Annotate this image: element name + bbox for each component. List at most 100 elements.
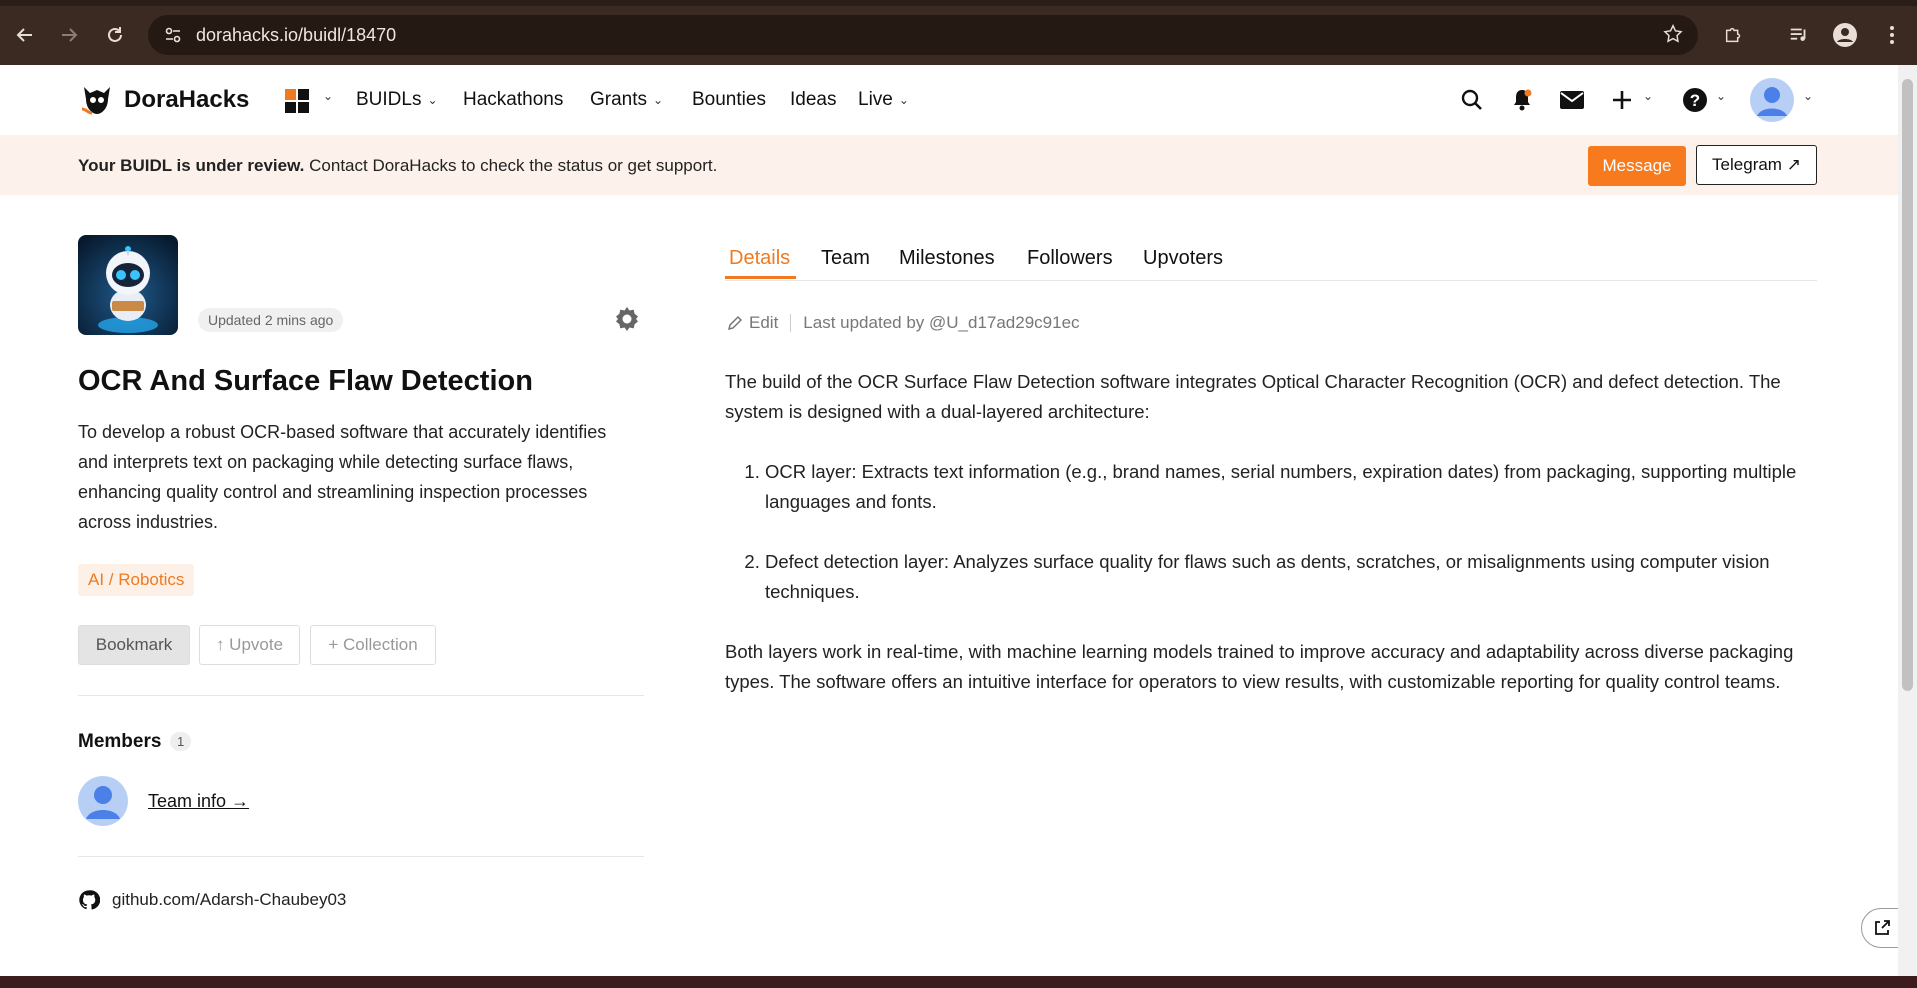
page-content: DoraHacks ⌄ BUIDLs ⌄ Hackathons Grants ⌄ B…: [0, 65, 1898, 976]
create-plus-icon[interactable]: [1607, 85, 1637, 115]
reload-button[interactable]: [98, 18, 132, 52]
nav-label: Bounties: [692, 89, 766, 110]
page-scrollbar[interactable]: [1898, 65, 1917, 976]
nav-bounties[interactable]: Bounties: [692, 89, 766, 111]
arrow-left-icon: [16, 28, 32, 42]
upvote-button[interactable]: ↑ Upvote: [199, 625, 300, 665]
divider: [78, 856, 644, 857]
edit-row: Edit Last updated by @U_d17ad29c91ec: [727, 313, 1080, 333]
banner-bold-text: Your BUIDL is under review.: [78, 156, 305, 175]
tab-followers[interactable]: Followers: [1027, 247, 1113, 270]
scrollbar-thumb[interactable]: [1902, 79, 1913, 691]
github-icon: [79, 890, 100, 910]
edit-label: Edit: [749, 313, 779, 332]
user-avatar[interactable]: [1750, 78, 1794, 122]
divider: [78, 695, 644, 696]
github-link[interactable]: github.com/Adarsh-Chaubey03: [78, 889, 346, 911]
menu-button[interactable]: [1875, 18, 1909, 52]
nav-live[interactable]: Live ⌄: [858, 89, 909, 111]
details-outro: Both layers work in real-time, with mach…: [725, 641, 1794, 692]
share-button[interactable]: [1861, 908, 1898, 948]
separator: [790, 314, 792, 332]
logo-text: DoraHacks: [124, 86, 250, 113]
more-vertical-icon: [1890, 26, 1894, 44]
chevron-down-icon: ⌄: [653, 93, 664, 107]
create-chevron-down-icon[interactable]: ⌄: [1637, 89, 1653, 103]
details-content: The build of the OCR Surface Flaw Detect…: [725, 367, 1817, 727]
github-url: github.com/Adarsh-Chaubey03: [112, 890, 347, 909]
apps-chevron-down-icon[interactable]: ⌄: [317, 89, 333, 103]
pencil-icon: [727, 315, 743, 331]
share-icon: [1875, 920, 1890, 935]
puzzle-icon: [1725, 27, 1741, 43]
project-description: To develop a robust OCR-based software t…: [78, 422, 607, 532]
site-info-icon[interactable]: [162, 24, 184, 46]
search-icon[interactable]: [1457, 85, 1487, 115]
tab-details[interactable]: Details: [729, 247, 790, 270]
add-collection-button[interactable]: + Collection: [310, 625, 436, 665]
banner-body-text: Contact DoraHacks to check the status or…: [304, 156, 718, 175]
active-tab-indicator: [725, 276, 796, 279]
url-text: dorahacks.io/buidl/18470: [196, 24, 397, 45]
nav-label: Grants: [590, 89, 648, 110]
profile-button[interactable]: [1828, 18, 1862, 52]
tab-upvoters[interactable]: Upvoters: [1143, 247, 1223, 270]
notification-bell-icon[interactable]: [1507, 85, 1537, 115]
browser-toolbar: dorahacks.io/buidl/18470: [0, 0, 1917, 65]
project-title: OCR And Surface Flaw Detection: [78, 365, 533, 397]
settings-gear-icon[interactable]: [613, 305, 641, 333]
details-intro: The build of the OCR Surface Flaw Detect…: [725, 371, 1781, 422]
member-avatar[interactable]: [78, 776, 128, 826]
nav-buidls[interactable]: BUIDLs ⌄: [356, 89, 438, 111]
nav-ideas[interactable]: Ideas: [790, 89, 836, 111]
nav-label: Ideas: [790, 89, 837, 110]
nav-label: Hackathons: [463, 89, 564, 110]
chevron-down-icon: ⌄: [427, 93, 438, 107]
tab-milestones[interactable]: Milestones: [899, 247, 995, 270]
details-list: OCR layer: Extracts text information (e.…: [725, 457, 1817, 607]
back-button[interactable]: [8, 18, 42, 52]
bookmark-button[interactable]: Bookmark: [78, 625, 190, 665]
site-header: DoraHacks ⌄ BUIDLs ⌄ Hackathons Grants ⌄ B…: [0, 65, 1898, 135]
category-tag[interactable]: AI / Robotics: [78, 564, 195, 596]
user-chevron-down-icon[interactable]: ⌄: [1797, 89, 1813, 103]
nav-grants[interactable]: Grants ⌄: [590, 89, 663, 111]
svg-text:?: ?: [1690, 91, 1700, 110]
nav-hackathons[interactable]: Hackathons: [463, 89, 563, 111]
banner-text: Your BUIDL is under review. Contact Dora…: [78, 156, 717, 176]
tab-strip: [0, 0, 1917, 6]
edit-button[interactable]: Edit: [727, 313, 778, 333]
project-logo: [78, 235, 178, 335]
tab-bar: Details Team Milestones Followers Upvote…: [725, 235, 1817, 281]
team-info-link[interactable]: Team info →: [148, 791, 249, 812]
nav-label: BUIDLs: [356, 89, 422, 110]
members-heading: Members: [78, 731, 162, 752]
chevron-down-icon: ⌄: [898, 93, 909, 107]
help-chevron-down-icon[interactable]: ⌄: [1710, 89, 1726, 103]
review-banner: Your BUIDL is under review. Contact Dora…: [0, 135, 1898, 195]
reload-icon: [108, 27, 122, 42]
dorahacks-logo-icon: [81, 87, 110, 115]
updated-badge: Updated 2 mins ago: [198, 308, 344, 332]
address-bar[interactable]: dorahacks.io/buidl/18470: [148, 15, 1698, 55]
message-button[interactable]: Message: [1588, 146, 1686, 186]
mail-icon[interactable]: [1557, 85, 1587, 115]
extensions-button[interactable]: [1717, 18, 1751, 52]
nav-label: Live: [858, 89, 893, 110]
taskbar-edge: [0, 976, 1917, 988]
help-icon[interactable]: ?: [1680, 85, 1710, 115]
list-item: Defect detection layer: Analyzes surface…: [765, 547, 1817, 607]
apps-grid-icon[interactable]: [285, 89, 309, 113]
members-count-badge: 1: [170, 732, 192, 751]
playlist-icon: [1790, 28, 1806, 41]
telegram-button[interactable]: Telegram ↗: [1696, 145, 1817, 185]
tab-team[interactable]: Team: [821, 247, 870, 270]
profile-icon: [1833, 23, 1857, 47]
arrow-right-icon: [62, 28, 78, 42]
media-button[interactable]: [1782, 18, 1816, 52]
bookmark-star-icon[interactable]: [1662, 23, 1684, 51]
list-item: OCR layer: Extracts text information (e.…: [765, 457, 1817, 517]
last-updated-text: Last updated by @U_d17ad29c91ec: [803, 313, 1080, 332]
forward-button[interactable]: [52, 18, 86, 52]
dorahacks-logo[interactable]: DoraHacks: [78, 81, 249, 119]
